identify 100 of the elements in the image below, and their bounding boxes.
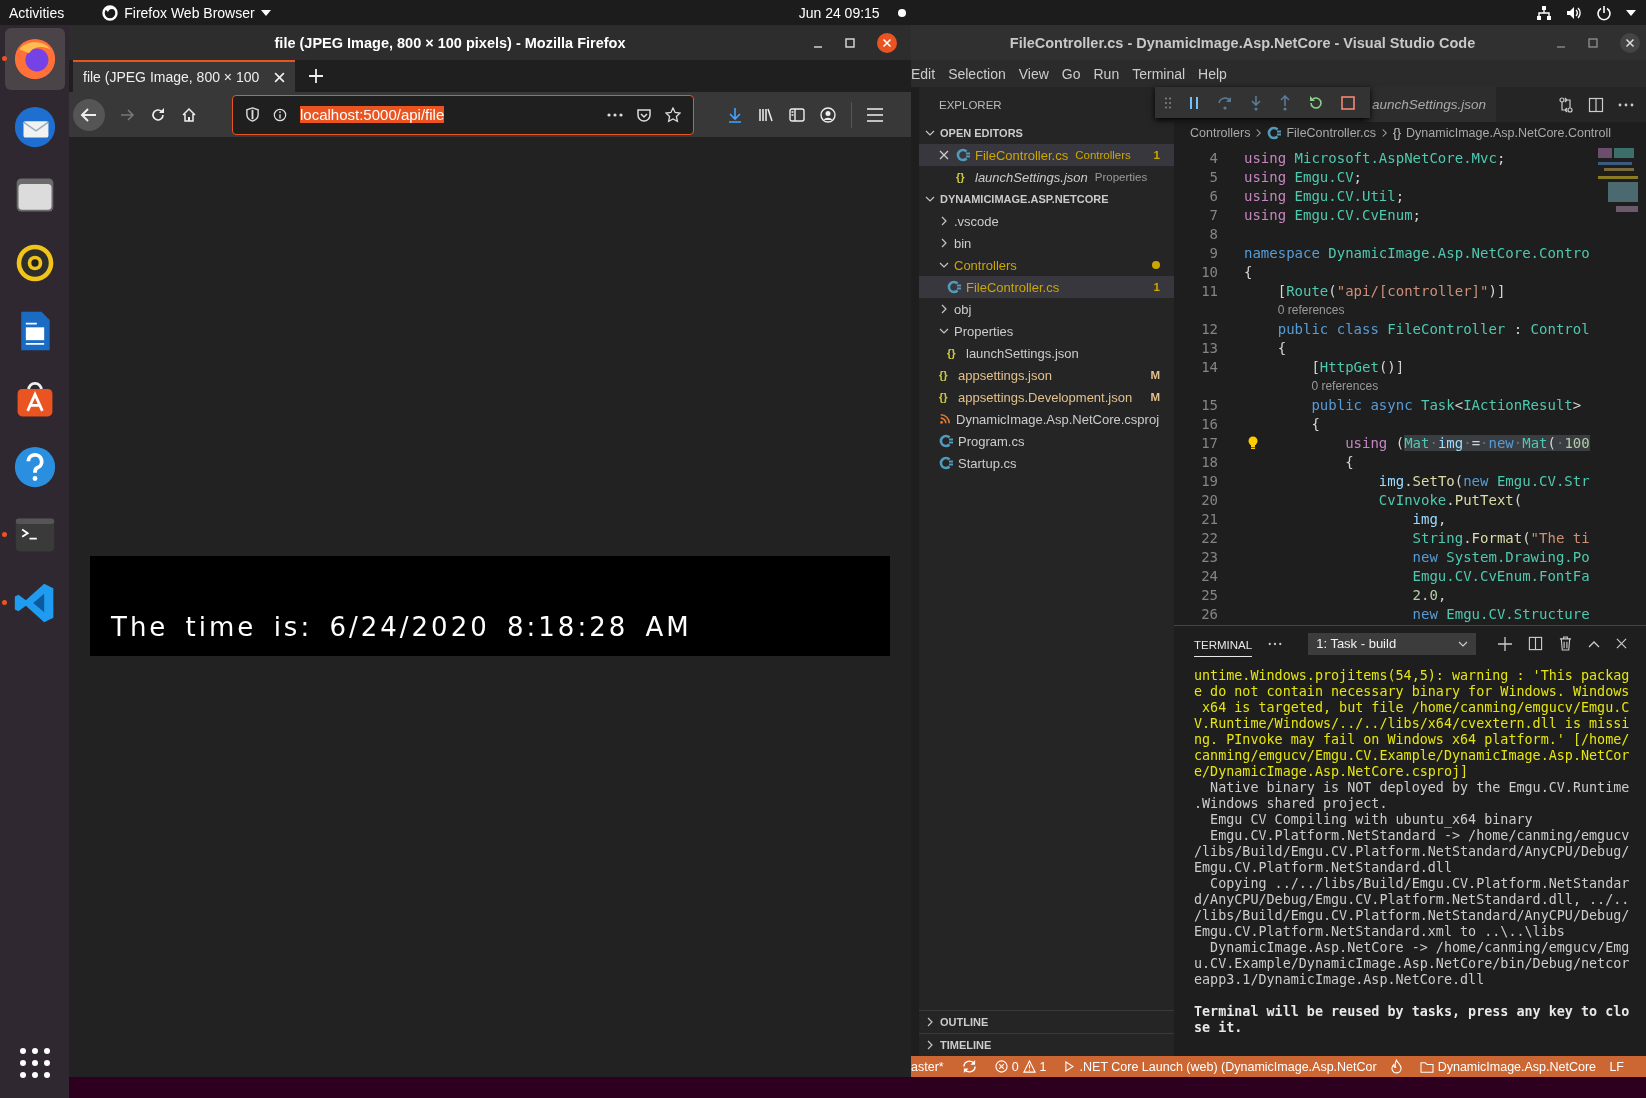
reload-icon[interactable] (150, 106, 166, 123)
pause-icon[interactable] (1188, 95, 1200, 110)
menu-item[interactable]: Edit (911, 65, 936, 82)
file-tree-item[interactable]: DynamicImage.Asp.NetCore.csproj (919, 408, 1174, 430)
activities-button[interactable]: Activities (9, 4, 65, 21)
file-tree-item[interactable]: Controllers (919, 254, 1174, 276)
line-number: 26 (1200, 605, 1218, 622)
code-line: using Emgu.CV.Util; (1244, 187, 1405, 204)
address-bar[interactable]: localhost:5000/api/file (232, 94, 694, 135)
home-icon[interactable] (181, 106, 197, 123)
more-icon[interactable] (607, 112, 623, 117)
code-lens[interactable]: 0 references (1277, 302, 1345, 317)
dock-button[interactable] (4, 28, 65, 90)
file-tree-item[interactable]: {} appsettings.json M (919, 364, 1174, 386)
back-icon[interactable] (73, 98, 105, 131)
end-of-line-button[interactable]: LF (1609, 1059, 1624, 1074)
section-header[interactable]: DYNAMICIMAGE.ASP.NETCORE (919, 188, 1174, 210)
url-text[interactable]: localhost:5000/api/file (300, 106, 445, 123)
step-into-icon[interactable] (1250, 94, 1262, 111)
menu-item[interactable]: Terminal (1132, 65, 1186, 82)
sidebar-icon[interactable] (789, 106, 805, 123)
split-editor-icon[interactable] (1588, 96, 1604, 113)
terminal-line: x64 is targeted, but file /home/canming/emgucv/Emgu.C (1201, 700, 1630, 715)
menu-icon[interactable] (867, 107, 883, 122)
close-icon[interactable] (1620, 32, 1640, 53)
more-icon[interactable] (1618, 102, 1634, 107)
app-menu[interactable]: Firefox Web Browser (102, 4, 271, 21)
line-number: 25 (1200, 586, 1218, 603)
code-lens[interactable]: 0 references (1311, 378, 1379, 393)
account-icon[interactable] (820, 106, 836, 123)
breadcrumb-item[interactable]: Controllers (1190, 126, 1251, 140)
code-line: using Microsoft.AspNetCore.Mvc; (1244, 149, 1506, 166)
workspace-button[interactable]: DynamicImage.Asp.NetCore (1419, 1059, 1597, 1074)
file-status-label: 1 (1153, 281, 1160, 293)
clock[interactable]: Jun 24 09:15 (798, 4, 880, 21)
breadcrumb-item[interactable]: DynamicImage.Asp.NetCore.Controll (1406, 126, 1612, 140)
file-tree-item[interactable]: bin (919, 232, 1174, 254)
terminal-dropdown[interactable]: 1: Task - build (1308, 632, 1477, 655)
file-tree-item[interactable]: Startup.cs (919, 452, 1174, 474)
browser-tab[interactable]: file (JPEG Image, 800 × 100 (73, 60, 295, 92)
file-tree-item[interactable]: FileController.cs 1 (919, 276, 1174, 298)
line-number: 16 (1200, 415, 1218, 432)
debug-launch-button[interactable]: .NET Core Launch (web) (DynamicImage.Asp.NetCor (1064, 1059, 1377, 1074)
new-tab-icon[interactable] (309, 69, 323, 83)
problems-button[interactable]: 0 1 (994, 1059, 1047, 1074)
pocket-icon[interactable] (636, 106, 652, 123)
file-tree-item[interactable]: .vscode (919, 210, 1174, 232)
more-icon[interactable] (1268, 641, 1283, 646)
open-editor-item[interactable]: {} launchSettings.json Properties (919, 166, 1174, 188)
menu-item[interactable]: Run (1093, 65, 1120, 82)
plus-icon[interactable] (1498, 636, 1513, 651)
lightbulb-icon[interactable] (1248, 435, 1258, 450)
close-icon[interactable] (1616, 638, 1628, 649)
network-icon[interactable] (1536, 4, 1552, 21)
step-out-icon[interactable] (1279, 94, 1291, 111)
menu-item[interactable]: Help (1198, 65, 1227, 82)
forward-icon[interactable] (119, 106, 135, 123)
flame-icon[interactable] (1390, 1059, 1402, 1074)
section-header[interactable]: OPEN EDITORS (919, 122, 1174, 144)
drag-handle-icon[interactable] (1165, 96, 1171, 109)
compare-icon[interactable] (1558, 96, 1574, 113)
csharp-file-icon (956, 148, 970, 162)
section-header[interactable]: OUTLINE (919, 1010, 1174, 1033)
file-tree-item[interactable]: Program.cs (919, 430, 1174, 452)
caret-icon (260, 9, 271, 16)
sync-icon[interactable] (961, 1059, 977, 1074)
file-tree-item[interactable]: Properties (919, 320, 1174, 342)
restart-icon[interactable] (1308, 94, 1324, 111)
split-terminal-icon[interactable] (1528, 636, 1544, 651)
close-icon[interactable] (877, 32, 897, 53)
download-icon[interactable] (727, 106, 743, 123)
close-icon[interactable] (939, 150, 949, 160)
shield-icon[interactable] (245, 107, 260, 122)
namespace-icon: {} (1393, 126, 1402, 140)
menu-item[interactable]: Selection (948, 65, 1006, 82)
star-icon[interactable] (665, 106, 681, 123)
maximize-icon[interactable] (1588, 37, 1598, 48)
stop-icon[interactable] (1341, 95, 1355, 110)
breadcrumb-item[interactable]: FileController.cs (1286, 126, 1377, 140)
app-grid-icon[interactable] (19, 1048, 50, 1078)
branch-name[interactable]: aster* (911, 1059, 944, 1074)
library-icon[interactable] (758, 106, 774, 123)
open-editor-item[interactable]: FileController.cs Controllers 1 (919, 144, 1174, 166)
editor-tab[interactable]: aunchSettings.json (1364, 87, 1497, 122)
menu-item[interactable]: View (1018, 65, 1049, 82)
line-number: 6 (1208, 187, 1218, 204)
info-icon[interactable] (273, 107, 287, 122)
panel-tab[interactable]: TERMINAL (1194, 630, 1253, 657)
trash-icon[interactable] (1559, 636, 1573, 651)
line-number: 7 (1208, 206, 1218, 223)
folder-label: Properties (1094, 171, 1148, 183)
menu-item[interactable]: Go (1061, 65, 1081, 82)
step-over-icon[interactable] (1217, 94, 1233, 111)
power-icon[interactable] (1596, 4, 1612, 21)
file-tree-item[interactable]: {} appsettings.Development.json M (919, 386, 1174, 408)
file-tree-item[interactable]: {} launchSettings.json (919, 342, 1174, 364)
chevron-up-icon[interactable] (1588, 639, 1601, 648)
file-tree-item[interactable]: obj (919, 298, 1174, 320)
line-number: 24 (1200, 567, 1218, 584)
caret-icon[interactable] (1626, 9, 1636, 16)
